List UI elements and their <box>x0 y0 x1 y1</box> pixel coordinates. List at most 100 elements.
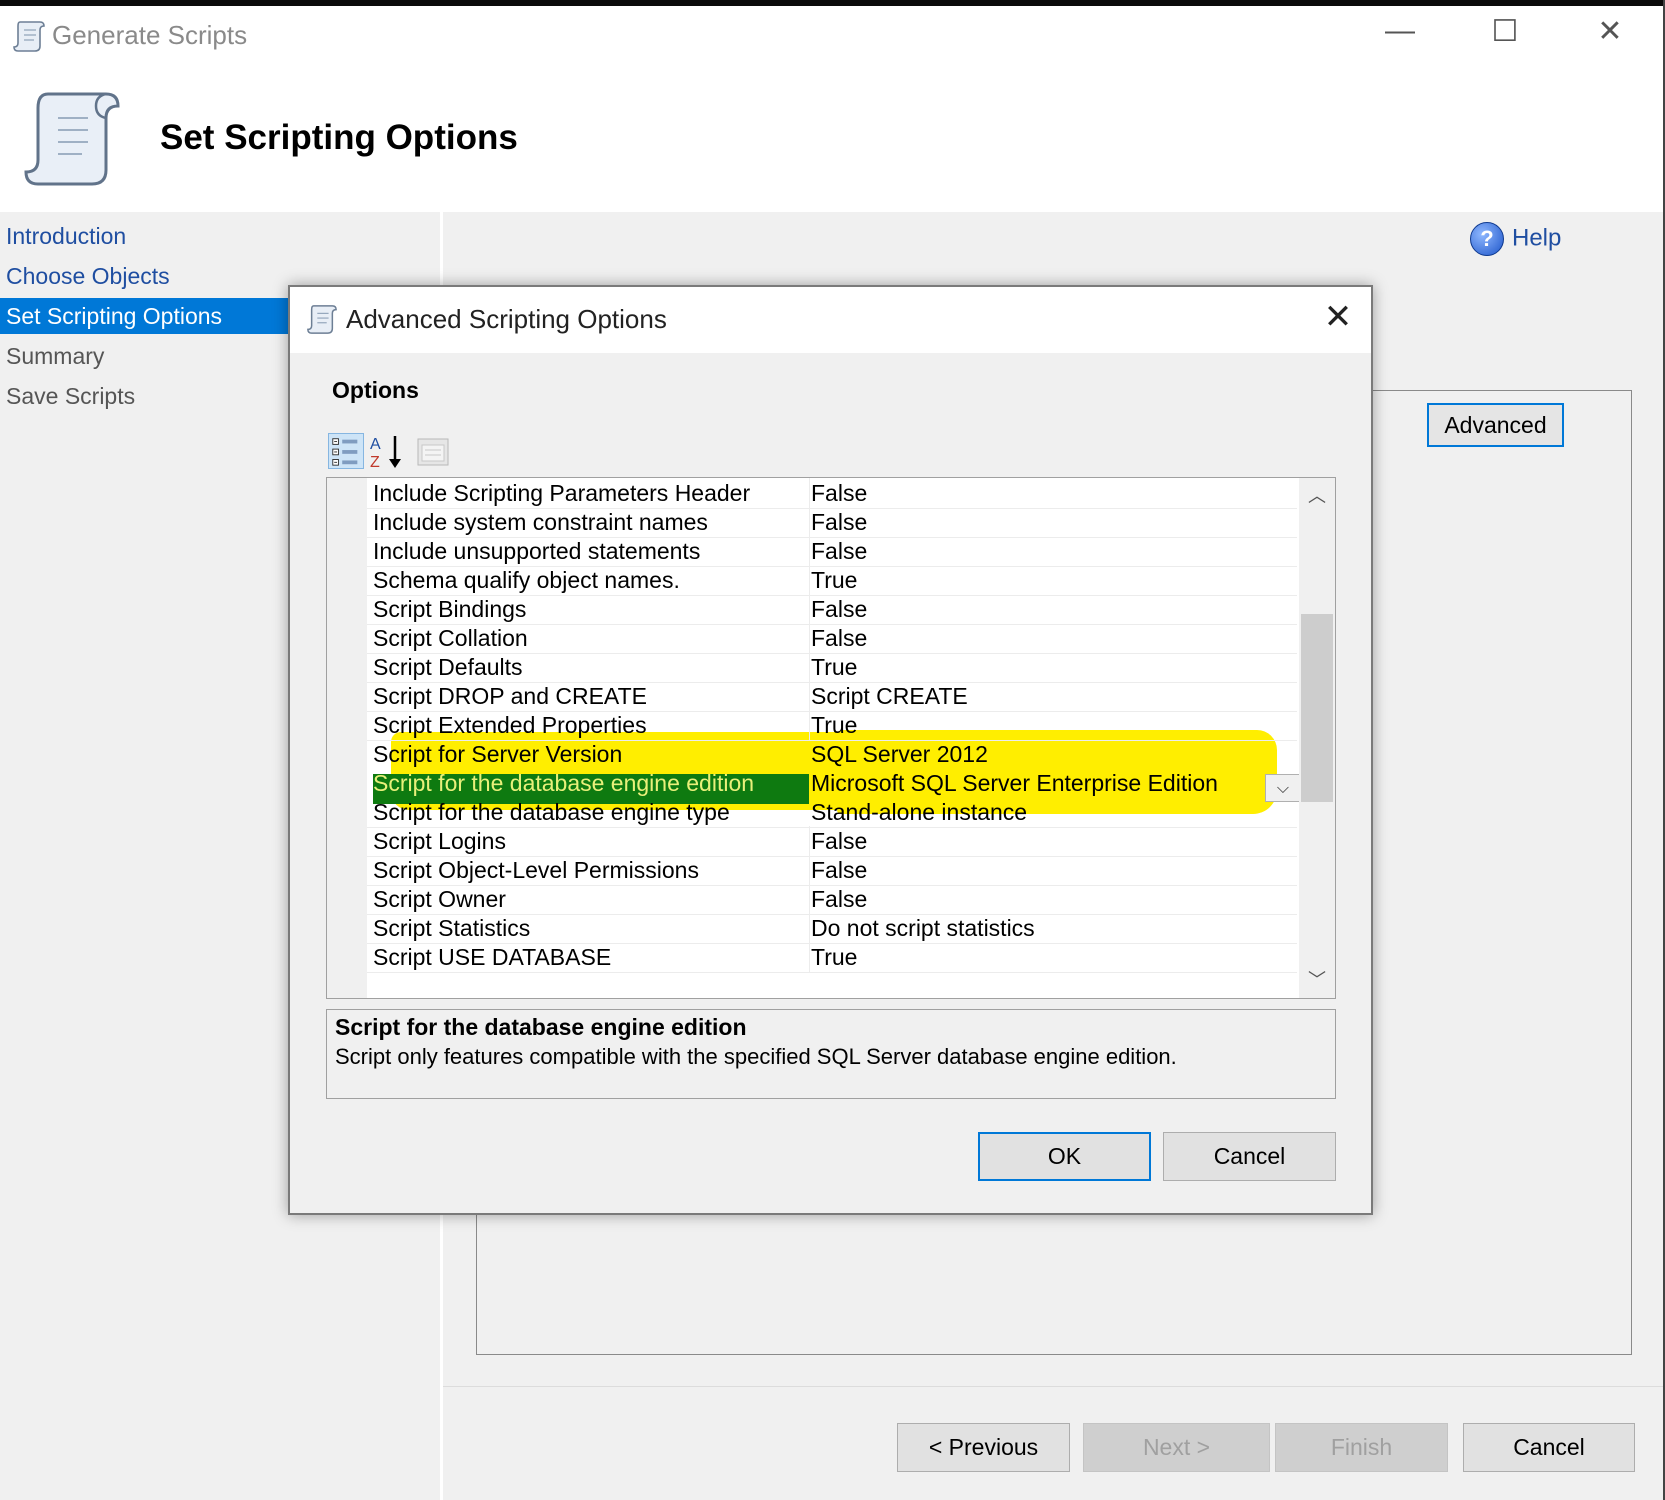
property-row[interactable]: Include Scripting Parameters Header Fals… <box>367 478 1297 509</box>
property-row[interactable]: Script Statistics Do not script statisti… <box>367 913 1297 944</box>
property-value: False <box>811 857 868 883</box>
property-value: False <box>811 625 868 651</box>
property-grid: Include Scripting Parameters Header Fals… <box>326 477 1336 999</box>
property-name: Script Defaults <box>373 654 523 680</box>
property-row[interactable]: Schema qualify object names. True <box>367 565 1297 596</box>
finish-button[interactable]: Finish <box>1275 1423 1448 1472</box>
description-text: Script only features compatible with the… <box>335 1044 1177 1069</box>
scrollbar-thumb[interactable] <box>1301 614 1333 802</box>
property-row[interactable]: Script for Server Version SQL Server 201… <box>367 739 1297 770</box>
property-name: Script Object-Level Permissions <box>373 857 699 883</box>
dialog-close-button[interactable]: ✕ <box>1318 297 1358 337</box>
property-name: Script Owner <box>373 886 506 912</box>
property-name: Script Bindings <box>373 596 527 622</box>
categorized-icon[interactable] <box>328 433 364 469</box>
close-button[interactable]: ✕ <box>1580 14 1640 49</box>
property-value: SQL Server 2012 <box>811 741 988 767</box>
property-name: Script for Server Version <box>373 741 623 767</box>
next-button[interactable]: Next > <box>1083 1423 1270 1472</box>
property-row[interactable]: Include unsupported statements False <box>367 536 1297 567</box>
property-row[interactable]: Script Logins False <box>367 826 1297 857</box>
column-divider <box>809 565 810 595</box>
script-scroll-icon <box>24 92 120 186</box>
property-row[interactable]: Script Extended Properties True <box>367 710 1297 741</box>
footer-separator <box>443 1386 1663 1387</box>
scroll-down-arrow-icon[interactable]: ﹀ <box>1299 966 1335 992</box>
help-label: Help <box>1512 224 1562 252</box>
property-row[interactable]: Script Defaults True <box>367 652 1297 683</box>
property-row[interactable]: Include system constraint names False <box>367 507 1297 538</box>
property-value: True <box>811 567 858 593</box>
cancel-button[interactable]: Cancel <box>1463 1423 1635 1472</box>
description-panel: Script for the database engine edition S… <box>326 1009 1336 1099</box>
dialog-title: Advanced Scripting Options <box>346 304 667 334</box>
script-scroll-icon <box>13 21 45 52</box>
property-value: False <box>811 509 868 535</box>
column-divider <box>809 826 810 856</box>
property-name: Script DROP and CREATE <box>373 683 647 709</box>
property-value: Stand-alone instance <box>811 799 1028 825</box>
column-divider <box>809 710 810 740</box>
property-row[interactable]: Script for the database engine type Stan… <box>367 797 1297 828</box>
property-row[interactable]: Script USE DATABASE True <box>367 942 1297 973</box>
help-link[interactable]: ? Help <box>1470 222 1610 262</box>
property-row[interactable]: Script Object-Level Permissions False <box>367 855 1297 886</box>
property-name: Include unsupported statements <box>373 538 701 564</box>
page-title: Set Scripting Options <box>160 118 518 157</box>
column-divider <box>809 855 810 885</box>
maximize-button[interactable]: ☐ <box>1475 14 1535 49</box>
property-row[interactable]: Script DROP and CREATE Script CREATE <box>367 681 1297 712</box>
property-name: Script Collation <box>373 625 528 651</box>
property-value: False <box>811 886 868 912</box>
property-name: Script USE DATABASE <box>373 944 612 970</box>
property-row[interactable]: Script Bindings False <box>367 594 1297 625</box>
column-divider <box>809 681 810 711</box>
previous-button[interactable]: < Previous <box>897 1423 1070 1472</box>
property-name: Schema qualify object names. <box>373 567 680 593</box>
help-icon: ? <box>1470 222 1504 256</box>
property-name: Script Logins <box>373 828 506 854</box>
column-divider <box>809 536 810 566</box>
column-divider <box>809 884 810 914</box>
svg-text:A: A <box>370 436 381 453</box>
property-grid-gutter <box>327 478 367 998</box>
column-divider <box>809 942 810 972</box>
property-value: False <box>811 538 868 564</box>
property-value[interactable]: Microsoft SQL Server Enterprise Edition <box>811 768 1218 798</box>
column-divider <box>809 623 810 653</box>
description-title: Script for the database engine edition <box>335 1014 747 1040</box>
svg-text:Z: Z <box>370 454 380 471</box>
alphabetical-sort-icon[interactable]: A Z <box>368 433 404 471</box>
property-value: True <box>811 712 858 738</box>
property-value: True <box>811 654 858 680</box>
property-row[interactable]: Script Collation False <box>367 623 1297 654</box>
vertical-scrollbar[interactable]: ︿ ﹀ <box>1299 478 1335 998</box>
dialog-cancel-button[interactable]: Cancel <box>1163 1132 1336 1181</box>
sidebar-item-introduction[interactable]: Introduction <box>6 218 440 254</box>
property-value: False <box>811 596 868 622</box>
column-divider <box>809 652 810 682</box>
property-name: Script Statistics <box>373 915 531 941</box>
property-row-selected[interactable]: Script for the database engine edition M… <box>367 768 1297 799</box>
scroll-up-arrow-icon[interactable]: ︿ <box>1299 482 1335 508</box>
property-pages-icon[interactable] <box>416 435 450 467</box>
property-row[interactable]: Script Owner False <box>367 884 1297 915</box>
property-name: Script for the database engine edition <box>373 770 755 796</box>
property-value: False <box>811 828 868 854</box>
advanced-scripting-options-dialog: Advanced Scripting Options ✕ Options A Z… <box>288 285 1373 1215</box>
minimize-button[interactable]: — <box>1370 14 1430 48</box>
column-divider <box>809 478 810 508</box>
property-name: Include system constraint names <box>373 509 708 535</box>
column-divider <box>809 913 810 943</box>
property-value: Script CREATE <box>811 683 968 709</box>
property-name: Script Extended Properties <box>373 712 647 738</box>
script-scroll-icon <box>307 305 337 334</box>
advanced-button[interactable]: Advanced <box>1427 403 1564 447</box>
column-divider <box>809 594 810 624</box>
property-value: Do not script statistics <box>811 915 1035 941</box>
ok-button[interactable]: OK <box>978 1132 1151 1181</box>
property-name: Include Scripting Parameters Header <box>373 480 751 506</box>
property-value: False <box>811 480 868 506</box>
window-title: Generate Scripts <box>52 20 248 50</box>
window-top-border <box>0 0 1665 6</box>
